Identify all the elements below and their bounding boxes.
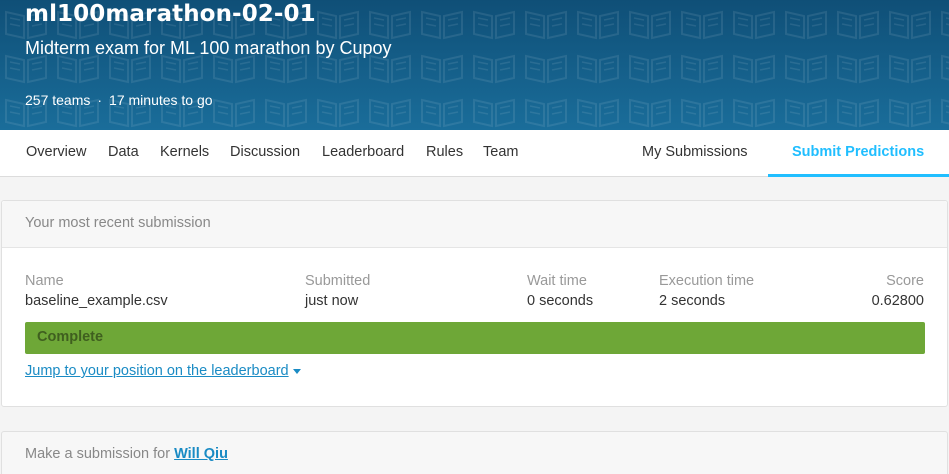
competition-subtitle: Midterm exam for ML 100 marathon by Cupo… [25, 38, 392, 58]
column-header-name: Name [25, 273, 64, 289]
submission-score: 0.62800 [871, 293, 924, 309]
make-submission-heading: Make a submission for Will Qiu [25, 446, 228, 462]
tab-rules[interactable]: Rules [426, 144, 463, 160]
team-count: 257 teams [25, 92, 91, 108]
recent-submission-card: Your most recent submission Name Submitt… [1, 200, 948, 407]
column-header-wait-time: Wait time [527, 273, 587, 289]
tab-kernels[interactable]: Kernels [160, 144, 209, 160]
tab-team[interactable]: Team [483, 144, 518, 160]
submission-time: just now [305, 293, 359, 309]
tab-leaderboard[interactable]: Leaderboard [322, 144, 404, 160]
active-tab-indicator [768, 174, 949, 177]
make-submission-card: Make a submission for Will Qiu [1, 431, 948, 474]
make-submission-prefix: Make a submission for [25, 446, 175, 462]
jump-to-leaderboard-label: Jump to your position on the leaderboard [25, 363, 289, 379]
tab-submit-predictions[interactable]: Submit Predictions [792, 144, 924, 160]
competition-tabs: Overview Data Kernels Discussion Leaderb… [0, 130, 949, 177]
recent-submission-heading: Your most recent submission [25, 215, 211, 231]
submission-file-name: baseline_example.csv [25, 293, 168, 309]
submission-wait-time: 0 seconds [527, 293, 594, 309]
tab-discussion[interactable]: Discussion [230, 144, 300, 160]
recent-submission-header: Your most recent submission [2, 201, 947, 248]
submission-status-bar: Complete [25, 322, 925, 354]
competition-header: ml100marathon-02-01 Midterm exam for ML … [0, 0, 949, 130]
competition-title: ml100marathon-02-01 [25, 1, 316, 27]
tab-data[interactable]: Data [108, 144, 139, 160]
competition-meta: 257 teams · 17 minutes to go [25, 92, 213, 108]
submission-status-label: Complete [37, 329, 104, 345]
team-user-link[interactable]: Will Qiu [174, 446, 228, 462]
tab-my-submissions[interactable]: My Submissions [642, 144, 748, 160]
meta-separator: · [97, 92, 103, 108]
jump-to-leaderboard-link[interactable]: Jump to your position on the leaderboard [25, 363, 301, 379]
time-remaining: 17 minutes to go [109, 92, 213, 108]
tab-overview[interactable]: Overview [26, 144, 86, 160]
column-header-execution-time: Execution time [659, 273, 755, 289]
submission-execution-time: 2 seconds [659, 293, 726, 309]
column-header-submitted: Submitted [305, 273, 371, 289]
caret-down-icon [292, 368, 301, 374]
column-header-score: Score [886, 273, 924, 289]
